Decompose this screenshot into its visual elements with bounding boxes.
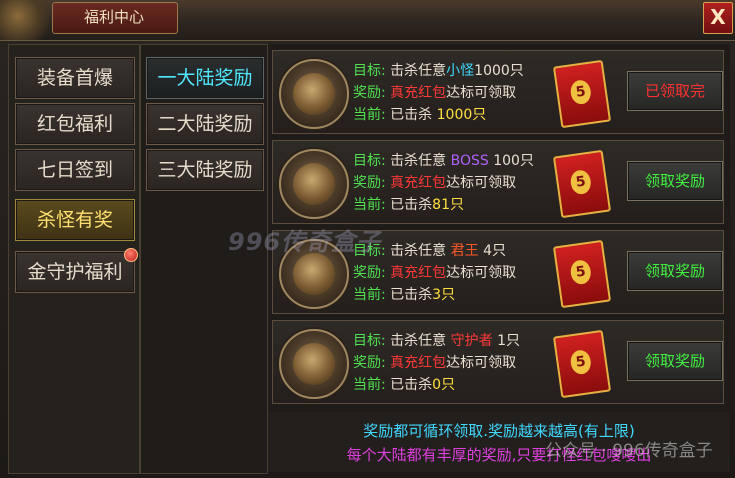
watermark-center: 996传奇盒子 bbox=[228, 228, 382, 256]
sidebar-item-first-drop[interactable]: 装备首爆 bbox=[15, 57, 135, 99]
claim-button[interactable]: 领取奖励 bbox=[627, 341, 723, 381]
watermark-corner: 公众号 · 996传奇盒子 bbox=[545, 441, 713, 461]
monster-portrait-icon bbox=[279, 329, 349, 399]
title-bar: 福利中心 X bbox=[0, 0, 735, 41]
close-button[interactable]: X bbox=[703, 2, 733, 34]
continent-tabs: 一大陆奖励 二大陆奖励 三大陆奖励 bbox=[140, 44, 268, 474]
sidebar-item-red-packet[interactable]: 红包福利 bbox=[15, 103, 135, 145]
notification-dot-icon bbox=[124, 248, 138, 262]
reward-line: 奖励: 真充红包达标可领取 bbox=[353, 265, 517, 281]
red-envelope-icon: 5 bbox=[552, 59, 612, 129]
claim-button[interactable]: 已领取完 bbox=[627, 71, 723, 111]
claim-button[interactable]: 领取奖励 bbox=[627, 161, 723, 201]
sidebar-item-gold-guardian[interactable]: 金守护福利 bbox=[15, 248, 138, 293]
monster-portrait-icon bbox=[279, 149, 349, 219]
claim-button[interactable]: 领取奖励 bbox=[627, 251, 723, 291]
sidebar-item-label: 金守护福利 bbox=[27, 261, 123, 283]
sidebar-item-seven-day-signin[interactable]: 七日签到 bbox=[15, 149, 135, 191]
red-envelope-icon: 5 bbox=[552, 149, 612, 219]
window-frame: 福利中心 X 装备首爆 红包福利 七日签到 杀怪有奖 金守护福利 一大陆奖励 二… bbox=[0, 0, 735, 478]
progress-line: 当前: 已击杀81只 bbox=[353, 197, 464, 213]
reward-line: 奖励: 真充红包达标可领取 bbox=[353, 355, 517, 371]
progress-line: 当前: 已击杀3只 bbox=[353, 287, 456, 303]
target-line: 目标: 击杀任意小怪1000只 bbox=[353, 63, 524, 79]
tab-continent-2[interactable]: 二大陆奖励 bbox=[146, 103, 264, 145]
window-title: 福利中心 bbox=[83, 8, 144, 26]
tab-continent-1[interactable]: 一大陆奖励 bbox=[146, 57, 264, 99]
dragon-ornament-icon bbox=[0, 0, 60, 40]
progress-line: 当前: 已击杀 1000只 bbox=[353, 107, 487, 123]
sidebar-item-kill-reward[interactable]: 杀怪有奖 bbox=[15, 199, 135, 241]
red-envelope-icon: 5 bbox=[552, 329, 612, 399]
reward-card: 目标: 击杀任意 BOSS 100只 奖励: 真充红包达标可领取 当前: 已击杀… bbox=[272, 140, 724, 224]
reward-card: 目标: 击杀任意小怪1000只 奖励: 真充红包达标可领取 当前: 已击杀 10… bbox=[272, 50, 724, 134]
sidebar: 装备首爆 红包福利 七日签到 杀怪有奖 金守护福利 bbox=[8, 44, 140, 474]
target-line: 目标: 击杀任意 守护者 1只 bbox=[353, 333, 520, 349]
target-line: 目标: 击杀任意 BOSS 100只 bbox=[353, 153, 534, 169]
reward-line: 奖励: 真充红包达标可领取 bbox=[353, 85, 517, 101]
monster-portrait-icon bbox=[279, 59, 349, 129]
red-envelope-icon: 5 bbox=[552, 239, 612, 309]
reward-card: 目标: 击杀任意 守护者 1只 奖励: 真充红包达标可领取 当前: 已击杀0只 … bbox=[272, 320, 724, 404]
reward-line: 奖励: 真充红包达标可领取 bbox=[353, 175, 517, 191]
progress-line: 当前: 已击杀0只 bbox=[353, 377, 456, 393]
tab-continent-3[interactable]: 三大陆奖励 bbox=[146, 149, 264, 191]
